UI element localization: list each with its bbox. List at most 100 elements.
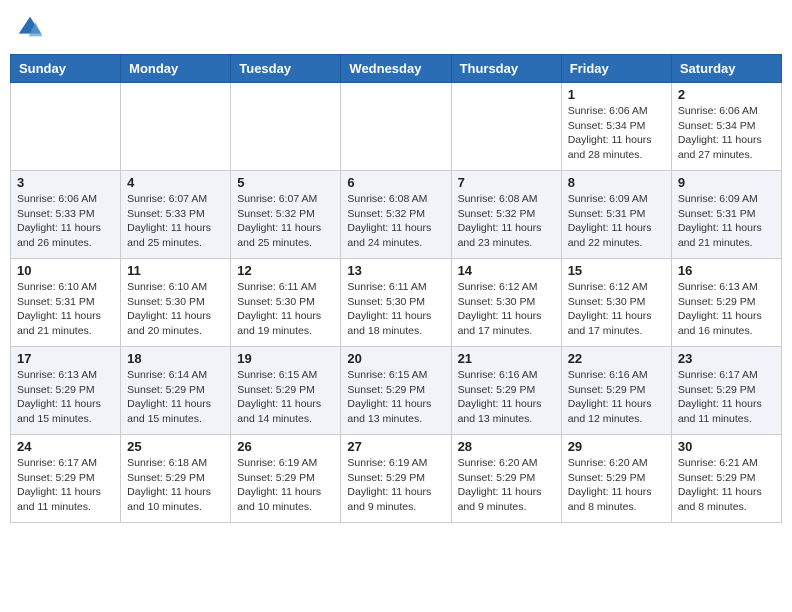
day-cell [11, 83, 121, 171]
week-row-3: 10 Sunrise: 6:10 AM Sunset: 5:31 PM Dayli… [11, 259, 782, 347]
day-info: Sunrise: 6:10 AM Sunset: 5:30 PM Dayligh… [127, 280, 224, 339]
day-info: Sunrise: 6:17 AM Sunset: 5:29 PM Dayligh… [17, 456, 114, 515]
day-cell [451, 83, 561, 171]
day-cell: 3 Sunrise: 6:06 AM Sunset: 5:33 PM Daylig… [11, 171, 121, 259]
day-cell: 28 Sunrise: 6:20 AM Sunset: 5:29 PM Dayli… [451, 435, 561, 523]
day-info: Sunrise: 6:15 AM Sunset: 5:29 PM Dayligh… [237, 368, 334, 427]
day-cell: 5 Sunrise: 6:07 AM Sunset: 5:32 PM Daylig… [231, 171, 341, 259]
day-info: Sunrise: 6:09 AM Sunset: 5:31 PM Dayligh… [568, 192, 665, 251]
day-info: Sunrise: 6:06 AM Sunset: 5:33 PM Dayligh… [17, 192, 114, 251]
day-number: 4 [127, 175, 224, 190]
weekday-header-row: SundayMondayTuesdayWednesdayThursdayFrid… [11, 55, 782, 83]
day-number: 9 [678, 175, 775, 190]
day-cell: 1 Sunrise: 6:06 AM Sunset: 5:34 PM Daylig… [561, 83, 671, 171]
day-info: Sunrise: 6:12 AM Sunset: 5:30 PM Dayligh… [568, 280, 665, 339]
day-info: Sunrise: 6:08 AM Sunset: 5:32 PM Dayligh… [347, 192, 444, 251]
day-info: Sunrise: 6:21 AM Sunset: 5:29 PM Dayligh… [678, 456, 775, 515]
week-row-4: 17 Sunrise: 6:13 AM Sunset: 5:29 PM Dayli… [11, 347, 782, 435]
day-cell: 19 Sunrise: 6:15 AM Sunset: 5:29 PM Dayli… [231, 347, 341, 435]
day-number: 29 [568, 439, 665, 454]
day-info: Sunrise: 6:19 AM Sunset: 5:29 PM Dayligh… [237, 456, 334, 515]
day-cell: 2 Sunrise: 6:06 AM Sunset: 5:34 PM Daylig… [671, 83, 781, 171]
day-cell: 27 Sunrise: 6:19 AM Sunset: 5:29 PM Dayli… [341, 435, 451, 523]
day-number: 15 [568, 263, 665, 278]
day-info: Sunrise: 6:16 AM Sunset: 5:29 PM Dayligh… [568, 368, 665, 427]
day-info: Sunrise: 6:20 AM Sunset: 5:29 PM Dayligh… [568, 456, 665, 515]
day-info: Sunrise: 6:11 AM Sunset: 5:30 PM Dayligh… [237, 280, 334, 339]
day-cell: 15 Sunrise: 6:12 AM Sunset: 5:30 PM Dayli… [561, 259, 671, 347]
day-number: 7 [458, 175, 555, 190]
day-info: Sunrise: 6:15 AM Sunset: 5:29 PM Dayligh… [347, 368, 444, 427]
weekday-header-saturday: Saturday [671, 55, 781, 83]
calendar: SundayMondayTuesdayWednesdayThursdayFrid… [10, 54, 782, 523]
day-number: 3 [17, 175, 114, 190]
day-info: Sunrise: 6:17 AM Sunset: 5:29 PM Dayligh… [678, 368, 775, 427]
day-cell [341, 83, 451, 171]
day-number: 11 [127, 263, 224, 278]
logo-icon [16, 14, 44, 42]
weekday-header-monday: Monday [121, 55, 231, 83]
day-info: Sunrise: 6:19 AM Sunset: 5:29 PM Dayligh… [347, 456, 444, 515]
day-info: Sunrise: 6:12 AM Sunset: 5:30 PM Dayligh… [458, 280, 555, 339]
day-number: 14 [458, 263, 555, 278]
day-cell: 7 Sunrise: 6:08 AM Sunset: 5:32 PM Daylig… [451, 171, 561, 259]
day-number: 18 [127, 351, 224, 366]
day-info: Sunrise: 6:07 AM Sunset: 5:33 PM Dayligh… [127, 192, 224, 251]
day-number: 16 [678, 263, 775, 278]
day-info: Sunrise: 6:06 AM Sunset: 5:34 PM Dayligh… [568, 104, 665, 163]
day-number: 6 [347, 175, 444, 190]
weekday-header-sunday: Sunday [11, 55, 121, 83]
week-row-5: 24 Sunrise: 6:17 AM Sunset: 5:29 PM Dayli… [11, 435, 782, 523]
day-number: 24 [17, 439, 114, 454]
day-number: 28 [458, 439, 555, 454]
day-number: 20 [347, 351, 444, 366]
day-cell [121, 83, 231, 171]
day-number: 2 [678, 87, 775, 102]
weekday-header-tuesday: Tuesday [231, 55, 341, 83]
weekday-header-thursday: Thursday [451, 55, 561, 83]
day-number: 25 [127, 439, 224, 454]
week-row-2: 3 Sunrise: 6:06 AM Sunset: 5:33 PM Daylig… [11, 171, 782, 259]
weekday-header-wednesday: Wednesday [341, 55, 451, 83]
day-number: 23 [678, 351, 775, 366]
day-cell: 22 Sunrise: 6:16 AM Sunset: 5:29 PM Dayli… [561, 347, 671, 435]
day-info: Sunrise: 6:07 AM Sunset: 5:32 PM Dayligh… [237, 192, 334, 251]
day-number: 17 [17, 351, 114, 366]
day-cell: 23 Sunrise: 6:17 AM Sunset: 5:29 PM Dayli… [671, 347, 781, 435]
day-number: 22 [568, 351, 665, 366]
day-cell: 14 Sunrise: 6:12 AM Sunset: 5:30 PM Dayli… [451, 259, 561, 347]
logo [16, 14, 48, 42]
day-cell: 29 Sunrise: 6:20 AM Sunset: 5:29 PM Dayli… [561, 435, 671, 523]
day-info: Sunrise: 6:06 AM Sunset: 5:34 PM Dayligh… [678, 104, 775, 163]
day-number: 10 [17, 263, 114, 278]
day-cell [231, 83, 341, 171]
day-number: 30 [678, 439, 775, 454]
day-cell: 13 Sunrise: 6:11 AM Sunset: 5:30 PM Dayli… [341, 259, 451, 347]
day-cell: 6 Sunrise: 6:08 AM Sunset: 5:32 PM Daylig… [341, 171, 451, 259]
day-cell: 12 Sunrise: 6:11 AM Sunset: 5:30 PM Dayli… [231, 259, 341, 347]
day-cell: 20 Sunrise: 6:15 AM Sunset: 5:29 PM Dayli… [341, 347, 451, 435]
day-number: 26 [237, 439, 334, 454]
day-cell: 18Sunrise: 6:14 AM Sunset: 5:29 PM Dayli… [121, 347, 231, 435]
day-cell: 4 Sunrise: 6:07 AM Sunset: 5:33 PM Daylig… [121, 171, 231, 259]
day-cell: 30 Sunrise: 6:21 AM Sunset: 5:29 PM Dayli… [671, 435, 781, 523]
day-number: 21 [458, 351, 555, 366]
day-cell: 21Sunrise: 6:16 AM Sunset: 5:29 PM Dayli… [451, 347, 561, 435]
day-info: Sunrise: 6:08 AM Sunset: 5:32 PM Dayligh… [458, 192, 555, 251]
day-number: 12 [237, 263, 334, 278]
weekday-header-friday: Friday [561, 55, 671, 83]
day-cell: 16Sunrise: 6:13 AM Sunset: 5:29 PM Dayli… [671, 259, 781, 347]
day-cell: 8 Sunrise: 6:09 AM Sunset: 5:31 PM Daylig… [561, 171, 671, 259]
day-cell: 17 Sunrise: 6:13 AM Sunset: 5:29 PM Dayli… [11, 347, 121, 435]
week-row-1: 1 Sunrise: 6:06 AM Sunset: 5:34 PM Daylig… [11, 83, 782, 171]
day-number: 27 [347, 439, 444, 454]
day-number: 13 [347, 263, 444, 278]
day-info: Sunrise: 6:11 AM Sunset: 5:30 PM Dayligh… [347, 280, 444, 339]
day-number: 1 [568, 87, 665, 102]
day-info: Sunrise: 6:10 AM Sunset: 5:31 PM Dayligh… [17, 280, 114, 339]
day-number: 19 [237, 351, 334, 366]
day-number: 5 [237, 175, 334, 190]
day-info: Sunrise: 6:20 AM Sunset: 5:29 PM Dayligh… [458, 456, 555, 515]
day-number: 8 [568, 175, 665, 190]
day-info: Sunrise: 6:13 AM Sunset: 5:29 PM Dayligh… [17, 368, 114, 427]
